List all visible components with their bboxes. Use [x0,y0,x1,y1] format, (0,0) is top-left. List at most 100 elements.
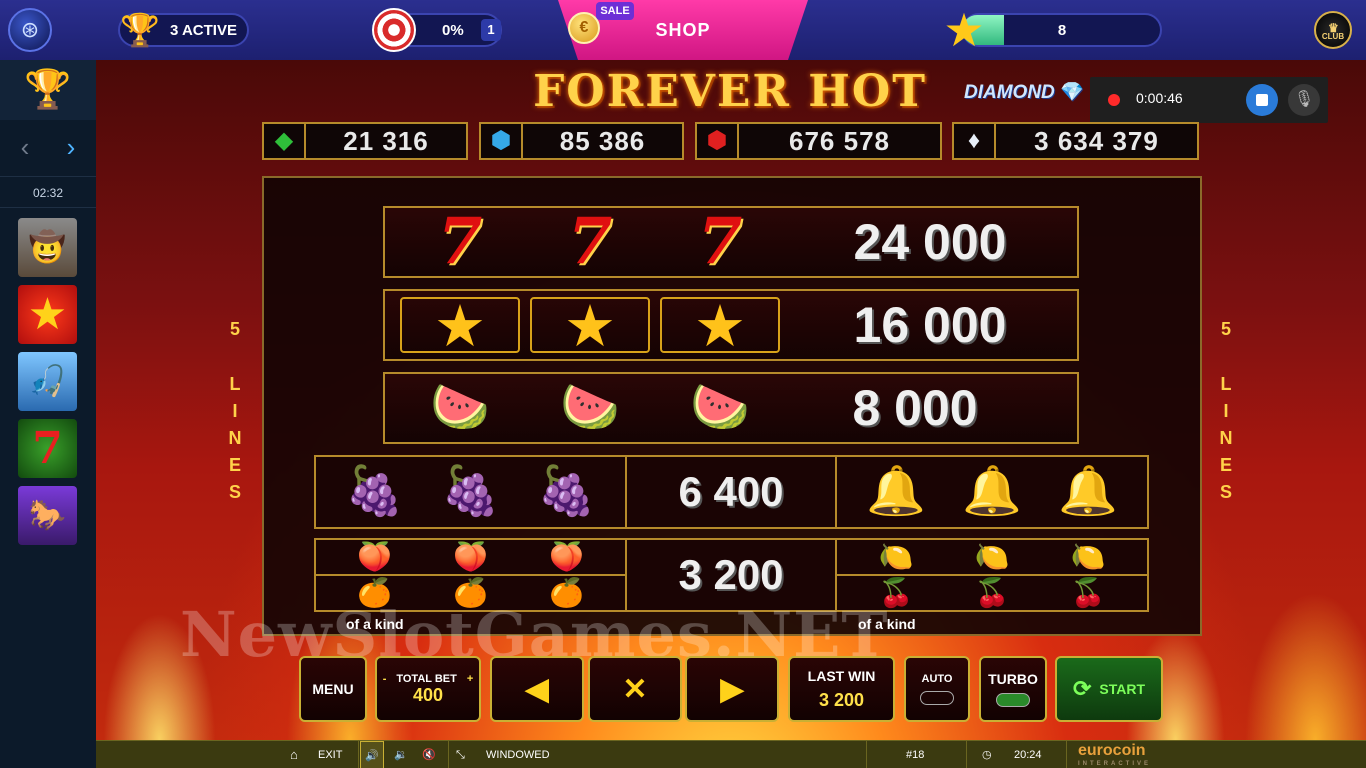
stop-recording-button[interactable] [1246,84,1278,116]
lemon-icon: 🍋 [974,541,1010,572]
screen-recorder-panel: 0:00:46 🎙 [1090,77,1328,123]
star-payout: 16 000 [853,297,1007,353]
total-bet-header: - TOTAL BET + [383,673,474,685]
bet-decrease-button[interactable]: - [383,673,387,685]
triangle-left-icon: ◀ [525,672,549,706]
club-label: CLUB [1321,32,1345,41]
total-bet-control: - TOTAL BET + 400 [375,656,481,722]
turbo-toggle-icon [996,693,1030,707]
target-icon [372,8,416,52]
provider-name: eurocoin [1078,742,1146,759]
jackpot-emerald-value: 21 316 [343,125,429,156]
club-button[interactable]: CLUB [1314,4,1352,52]
game-thumb-fishing[interactable]: 🎣 [18,352,77,411]
gems-icon: 💎 [1060,82,1084,103]
jackpot-diamond-value: 3 634 379 [1034,125,1159,156]
refresh-icon: ⟳ [1072,676,1092,701]
chevron-left-icon[interactable]: ‹ [2,124,48,170]
bell-icon: 🔔 [1058,465,1118,518]
emerald-icon: ◆ [264,124,306,158]
paytable-row-watermelon: 🍉 🍉 🍉 8 000 [383,372,1079,444]
jackpot-sapphire: ⬢ 85 386 [479,122,684,160]
mobster-game-icon: 🤠 [28,231,67,264]
bet-increase-button[interactable]: + [467,673,473,685]
star-icon: ★ [943,4,985,56]
sound-mute-icon[interactable]: 🔇 [422,741,436,768]
watermelon-icon: 🍉 [560,381,620,434]
sidebar-timer: 02:32 [0,176,96,208]
lines-letter: N [1219,428,1233,448]
game-thumb-mobster[interactable]: 🤠 [18,218,77,277]
missions-badge: 1 [481,19,501,41]
lines-count: 5 [1220,319,1231,339]
home-icon[interactable]: ⌂ [290,741,298,768]
trophy-icon: 🏆 [120,12,160,48]
lemon-icon: 🍋 [1070,541,1106,572]
lines-letter: E [1219,455,1232,475]
paytable-row-star: ★ ★ ★ 16 000 [383,289,1079,361]
seven-icon: 7 [567,204,613,279]
lines-count: 5 [229,319,240,339]
auto-button[interactable]: AUTO [904,656,970,722]
plum-icon: 🍑 [549,541,584,572]
plum-symbols: 🍑 🍑 🍑 [316,540,625,576]
chevron-right-icon[interactable]: › [48,124,94,170]
turbo-button[interactable]: TURBO [979,656,1047,722]
round-number: #18 [906,749,925,761]
seven-icon: 7 [697,204,743,279]
menu-label: MENU [312,681,354,697]
game-thumb-star[interactable]: ★ [18,285,77,344]
game-thumb-sevens[interactable]: 7 [18,419,77,478]
seven-icon: 7 [437,204,483,279]
sound-low-icon[interactable]: 🔉 [394,741,408,768]
start-button[interactable]: ⟳ START [1055,656,1163,722]
grapes-cell: 🍇 🍇 🍇 [314,455,627,529]
mic-off-icon: 🎙 [1293,91,1315,108]
lobby-logo-button[interactable]: ⊛ [8,8,52,52]
watermelon-icon: 🍉 [690,381,750,434]
jackpot-ruby: ⬢ 676 578 [695,122,942,160]
grapes-bells-payout: 6 400 [678,468,784,515]
plum-icon: 🍑 [357,541,392,572]
diamond-logo: DIAMOND 💎 [964,80,1094,110]
sidebar-trophy-icon[interactable]: 🏆 [0,60,96,120]
last-win-display: LAST WIN 3 200 [788,656,895,722]
auto-label: AUTO [921,673,953,685]
sound-full-icon[interactable]: 🔊 [360,741,384,768]
lines-label-right: 5 L I N E S [1215,316,1237,506]
previous-button[interactable]: ◀ [490,656,584,722]
shop-label: SHOP [655,19,711,40]
watermelon-icon: 🍉 [430,381,490,434]
clock-icon: ◷ [982,749,992,761]
watermelon-symbols: 🍉 🍉 🍉 [385,380,795,436]
exit-button[interactable]: EXIT [318,741,342,768]
provider-logo: eurocoin INTERACTIVE [1078,741,1178,767]
lines-letter: L [1220,374,1232,394]
grapes-bells-payout-cell: 6 400 [625,455,837,529]
windowed-icon[interactable]: ⤡ [456,741,465,768]
lines-letter: S [1219,482,1232,502]
lines-letter: E [228,455,241,475]
windowed-button[interactable]: WINDOWED [486,741,550,768]
grapes-icon: 🍇 [440,465,501,518]
star-icon: ★ [530,297,650,356]
planet-icon: ⊛ [20,17,40,42]
diamond-icon: ♦ [954,124,996,158]
menu-button[interactable]: MENU [299,656,367,722]
mic-muted-button[interactable]: 🎙 [1288,84,1320,116]
triangle-right-icon: ▶ [720,672,744,706]
lemon-icon: 🍋 [878,541,914,572]
bell-symbols: 🔔 🔔 🔔 [837,457,1147,527]
game-thumb-samurai[interactable]: 🐎 [18,486,77,545]
grapes-symbols: 🍇 🍇 🍇 [316,457,625,527]
watermelon-payout: 8 000 [852,380,978,436]
lines-letter: N [228,428,242,448]
fishing-game-icon: 🎣 [28,365,67,398]
star-game-icon: ★ [27,290,68,339]
lines-letter: I [1223,401,1229,421]
total-bet-label: TOTAL BET [396,672,457,685]
close-paytable-button[interactable]: ✕ [588,656,682,722]
bells-cell: 🔔 🔔 🔔 [835,455,1149,529]
turbo-label: TURBO [988,671,1038,687]
next-button[interactable]: ▶ [685,656,779,722]
